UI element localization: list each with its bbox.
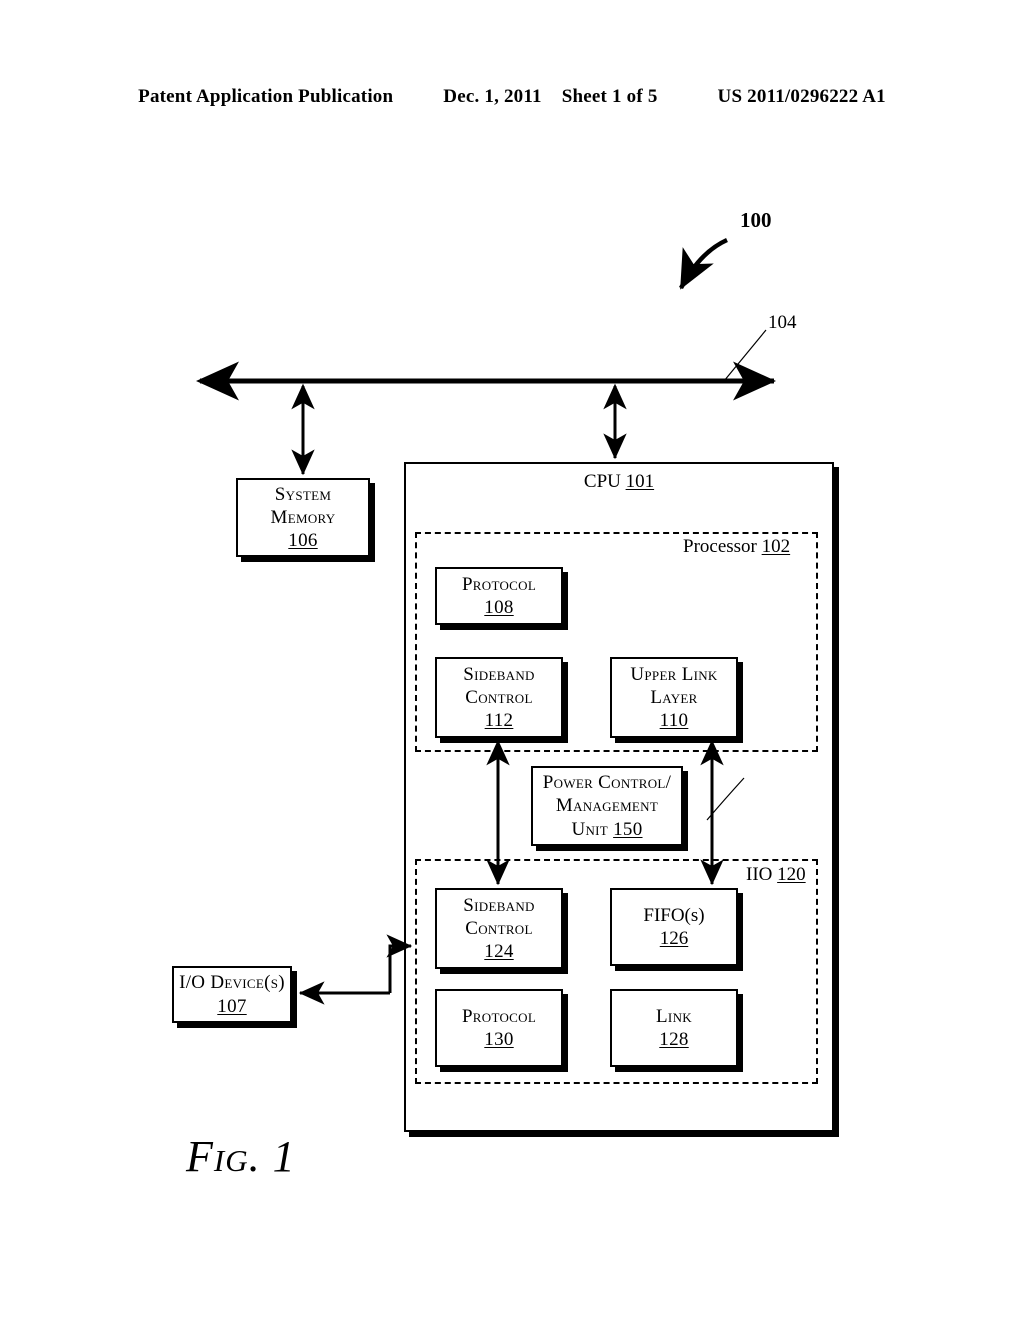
io-devices-line-1: I/O Device(s) bbox=[179, 972, 285, 994]
header-spacer-3 bbox=[658, 86, 718, 108]
power-unit-line-3: Unit 150 bbox=[571, 818, 642, 841]
io-devices-block: I/O Device(s) 107 bbox=[172, 966, 292, 1023]
fifos-126-line-1: FIFO(s) bbox=[643, 904, 705, 926]
sideband-control-112-number: 112 bbox=[484, 710, 514, 732]
protocol-108-number: 108 bbox=[484, 597, 514, 618]
protocol-108-line-1: Protocol bbox=[461, 573, 537, 595]
link-128-block: Link 128 bbox=[610, 989, 738, 1067]
page-header: Patent Application Publication Dec. 1, 2… bbox=[0, 86, 1024, 108]
power-unit-line-1: Power Control/ bbox=[542, 772, 672, 794]
header-patent-number: US 2011/0296222 A1 bbox=[717, 86, 886, 107]
upper-link-layer-110-line-2: Layer bbox=[650, 686, 698, 708]
io-devices-number: 107 bbox=[217, 995, 247, 1017]
header-date: Dec. 1, 2011 bbox=[443, 86, 542, 107]
system-memory-number: 106 bbox=[288, 530, 318, 552]
header-sheet: Sheet 1 of 5 bbox=[561, 86, 658, 107]
link-128-line-1: Link bbox=[656, 1005, 692, 1027]
sideband-control-112-line-2: Control bbox=[465, 686, 533, 708]
sideband-control-124-line-2: Control bbox=[465, 917, 533, 939]
power-control-management-unit-block: Power Control/ Management Unit 150 bbox=[531, 766, 683, 846]
link-128-number: 128 bbox=[659, 1029, 689, 1050]
sideband-control-124-line-1: Sideband bbox=[463, 894, 535, 916]
sideband-control-124-number: 124 bbox=[484, 941, 514, 963]
processor-label-text: Processor bbox=[683, 536, 762, 557]
protocol-130-number: 130 bbox=[484, 1029, 514, 1050]
upper-link-layer-110-number: 110 bbox=[659, 710, 689, 732]
processor-label-number: 102 bbox=[761, 536, 791, 557]
fifos-126-number: 126 bbox=[659, 928, 689, 949]
cpu-label-number: 101 bbox=[625, 471, 655, 492]
upper-link-layer-110-block: Upper Link Layer 110 bbox=[610, 657, 738, 738]
protocol-130-line-1: Protocol bbox=[461, 1005, 537, 1027]
power-unit-line-2: Management bbox=[555, 795, 659, 817]
header-spacer-1 bbox=[393, 86, 443, 108]
sideband-control-112-block: Sideband Control 112 bbox=[435, 657, 563, 738]
iio-label-number: 120 bbox=[777, 864, 806, 885]
system-memory-block: System Memory 106 bbox=[236, 478, 370, 557]
protocol-130-block: Protocol 130 bbox=[435, 989, 563, 1067]
ref-label-system-100: 100 bbox=[740, 208, 772, 232]
header-spacer-2 bbox=[542, 86, 562, 108]
figure-caption: Fig. 1 bbox=[186, 1132, 296, 1181]
protocol-108-block: Protocol 108 bbox=[435, 567, 563, 625]
sideband-control-124-block: Sideband Control 124 bbox=[435, 888, 563, 969]
power-unit-line-3-text: Unit bbox=[571, 818, 614, 840]
iio-label-text: IIO bbox=[746, 864, 778, 885]
power-unit-number: 150 bbox=[613, 818, 643, 840]
cpu-label: CPU 101 bbox=[404, 471, 834, 493]
upper-link-layer-110-line-1: Upper Link bbox=[630, 663, 718, 685]
fifos-126-block: FIFO(s) 126 bbox=[610, 888, 738, 966]
ref-label-bus-104: 104 bbox=[768, 312, 797, 333]
iio-label: IIO 120 bbox=[746, 864, 806, 886]
bus-104-leader bbox=[723, 329, 767, 382]
system-100-callout-arrow bbox=[679, 237, 728, 290]
sideband-control-112-line-1: Sideband bbox=[463, 663, 535, 685]
cpu-label-text: CPU bbox=[583, 471, 626, 492]
processor-label: Processor 102 bbox=[683, 536, 790, 558]
system-memory-line-1: System bbox=[274, 483, 332, 505]
header-publication: Patent Application Publication bbox=[138, 86, 394, 107]
system-memory-line-2: Memory bbox=[270, 506, 336, 528]
